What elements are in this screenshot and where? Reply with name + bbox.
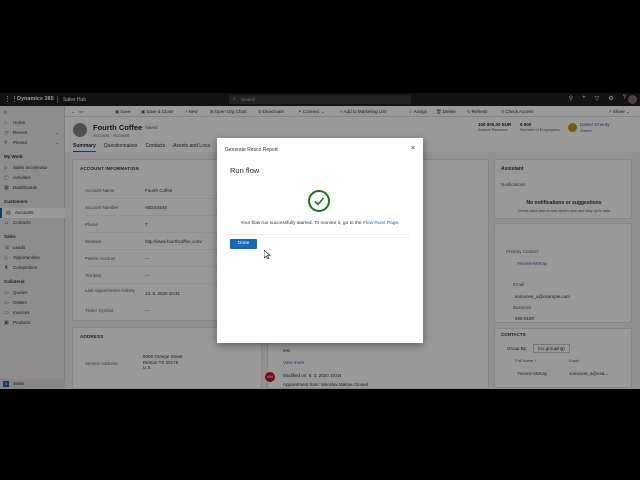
dialog-title: Run flow	[230, 166, 260, 175]
flow-runs-link[interactable]: Flow Runs Page	[363, 221, 398, 226]
message-end: .	[398, 221, 400, 226]
close-icon[interactable]: ×	[411, 145, 415, 152]
dialog-message: Your flow run successfully started. To m…	[217, 221, 423, 226]
done-button[interactable]: Done	[230, 239, 257, 249]
run-flow-dialog: Generate Resco Report × Run flow Your fl…	[217, 138, 423, 343]
success-check-icon	[308, 190, 330, 212]
crm-window: ⋮⋮ Dynamics 365 Sales Hub ⌕ Search ⚲ + ▽…	[0, 93, 640, 389]
message-text: Your flow run successfully started. To m…	[240, 221, 363, 226]
divider	[230, 234, 410, 235]
dialog-header: Generate Resco Report	[225, 147, 278, 153]
